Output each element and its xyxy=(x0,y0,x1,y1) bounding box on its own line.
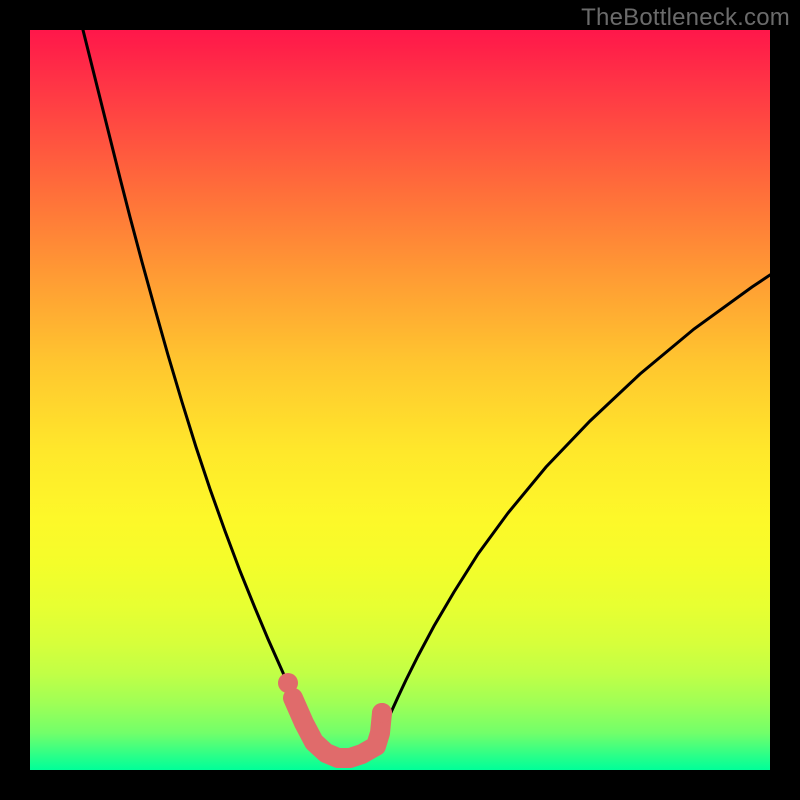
left-curve xyxy=(83,30,319,745)
right-curve xyxy=(375,275,770,743)
chart-frame: TheBottleneck.com xyxy=(0,0,800,800)
highlight-dot-upper-right xyxy=(372,703,392,723)
watermark-text: TheBottleneck.com xyxy=(581,4,790,32)
plot-area xyxy=(30,30,770,770)
floor-glyph xyxy=(293,698,382,758)
curve-svg xyxy=(30,30,770,770)
highlight-dot-upper-left xyxy=(278,673,298,693)
